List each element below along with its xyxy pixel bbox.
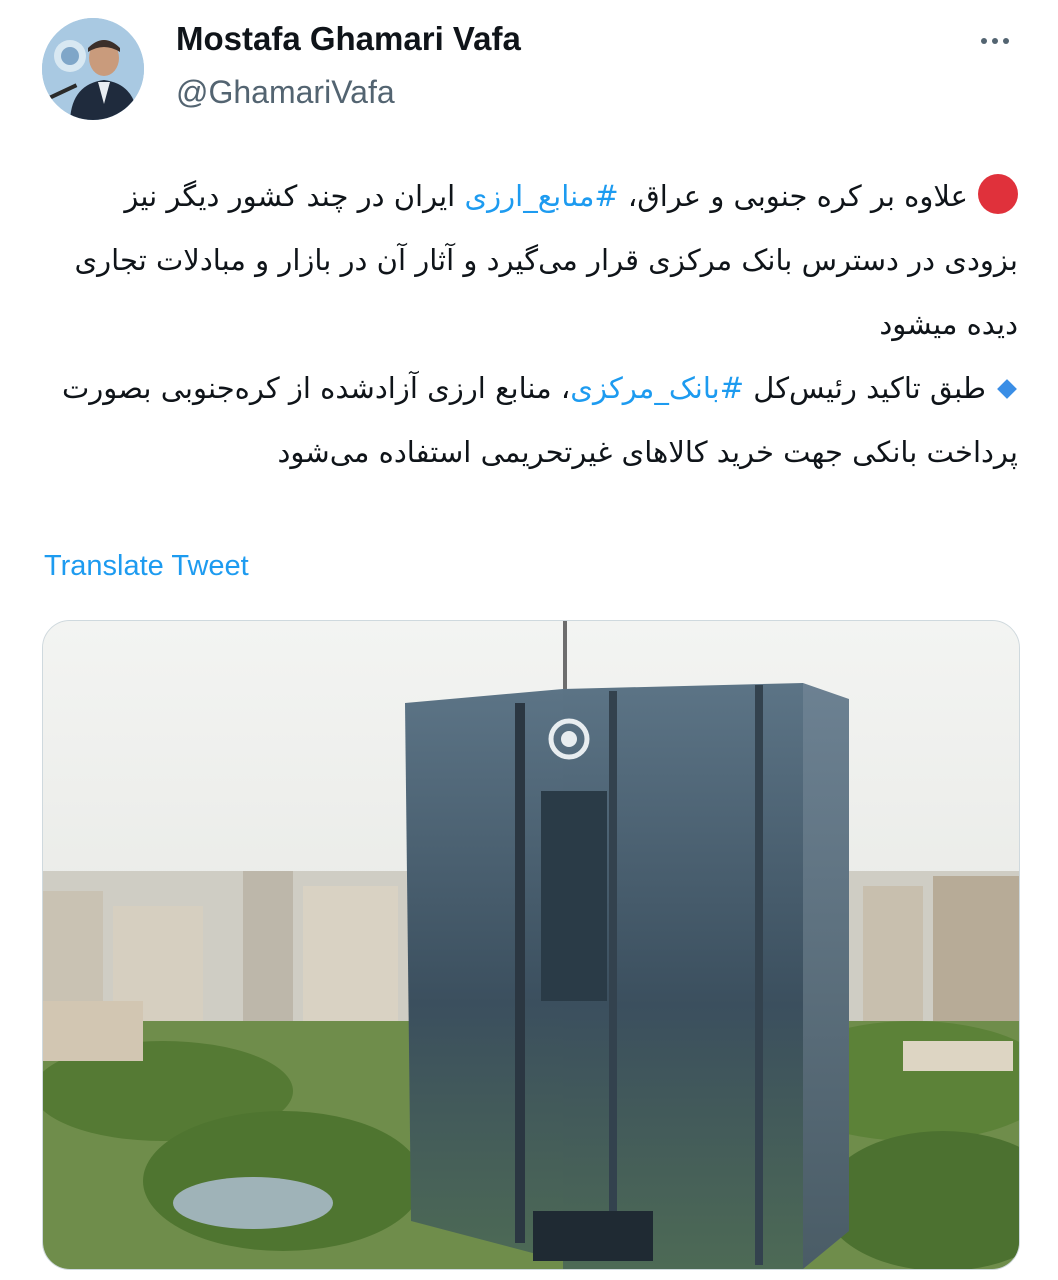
author-avatar[interactable] <box>42 18 144 120</box>
translate-tweet-link[interactable]: Translate Tweet <box>44 550 249 583</box>
blue-diamond-icon <box>997 379 1017 399</box>
paragraph-1-text-before: علاوه بر کره جنوبی و عراق، <box>618 179 968 213</box>
central-bank-building-photo <box>43 621 1019 1269</box>
red-circle-icon <box>978 174 1018 214</box>
more-dot <box>1003 38 1009 44</box>
paragraph-2-text-before: طبق تاکید رئیس‌کل <box>744 371 986 405</box>
tweet-paragraph-1: علاوه بر کره جنوبی و عراق، #منابع_ارزی ا… <box>42 164 1018 356</box>
tweet-paragraph-2: طبق تاکید رئیس‌کل #بانک_مرکزی، منابع ارز… <box>42 356 1018 484</box>
author-display-name[interactable]: Mostafa Ghamari Vafa <box>176 20 521 58</box>
more-dot <box>992 38 998 44</box>
tweet-media-image[interactable] <box>42 620 1020 1270</box>
hashtag-link[interactable]: #بانک_مرکزی <box>570 371 744 405</box>
author-handle[interactable]: @GhamariVafa <box>176 74 395 111</box>
more-dot <box>981 38 987 44</box>
hashtag-link[interactable]: #منابع_ارزی <box>464 179 618 213</box>
more-options-icon[interactable] <box>972 26 1018 56</box>
tweet-text: علاوه بر کره جنوبی و عراق، #منابع_ارزی ا… <box>42 164 1018 484</box>
